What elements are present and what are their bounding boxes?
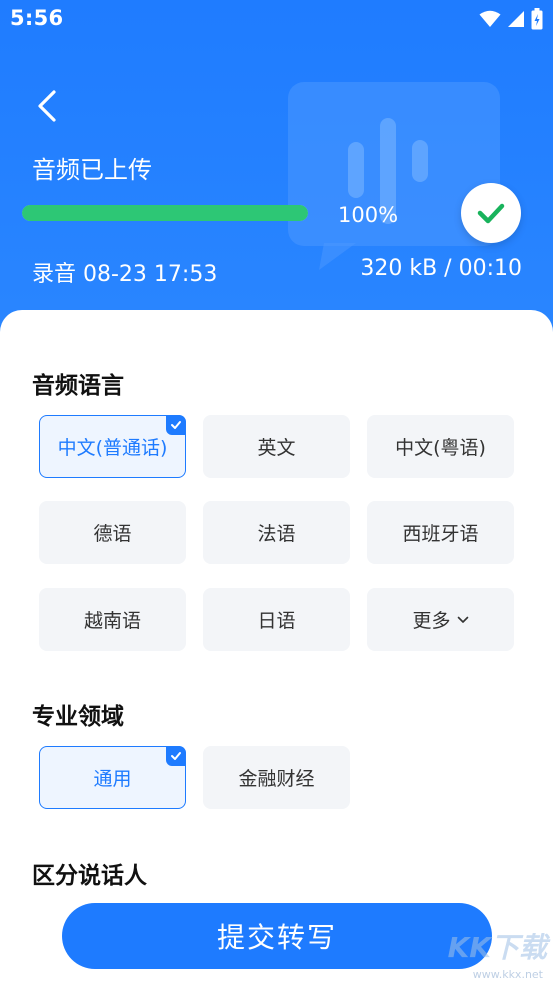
speaker-section-title: 区分说话人: [32, 863, 147, 889]
chip-label: 英文: [257, 437, 296, 459]
watermark: KK下载 www.kkx.net: [442, 926, 547, 984]
language-section-title: 音频语言: [32, 373, 124, 399]
chip-label: 中文(普通话): [57, 437, 168, 459]
language-option-english[interactable]: 英文: [203, 415, 350, 478]
chip-label: 金融财经: [238, 768, 315, 790]
chip-label: 通用: [93, 768, 132, 790]
domain-option-general[interactable]: 通用: [39, 746, 186, 809]
language-option-german[interactable]: 德语: [39, 501, 186, 564]
upload-progress-fill: [22, 205, 308, 221]
chip-label: 中文(粤语): [395, 437, 486, 459]
chip-label: 德语: [93, 523, 132, 545]
upload-progress-bar: [22, 205, 308, 221]
chevron-down-icon: [457, 616, 468, 623]
chip-label: 更多: [412, 610, 451, 632]
chip-label: 西班牙语: [402, 523, 479, 545]
chat-bubble-decoration-icon: [288, 82, 500, 270]
status-bar: 5:56: [0, 0, 553, 38]
language-option-spanish[interactable]: 西班牙语: [367, 501, 514, 564]
chip-label: 法语: [257, 523, 296, 545]
wifi-icon: [479, 10, 501, 27]
more-wrap: 更多: [412, 606, 468, 633]
submit-transcription-button[interactable]: 提交转写: [62, 903, 492, 969]
options-card: 音频语言 中文(普通话) 英文 中文(粤语) 德语 法语 西班牙语 越南语 日语…: [0, 310, 553, 984]
status-icons: [479, 7, 543, 31]
battery-icon: [531, 8, 543, 30]
watermark-logo: KK下载: [447, 931, 547, 964]
upload-complete-badge: [461, 183, 521, 243]
upload-status-title: 音频已上传: [32, 156, 152, 184]
domain-option-finance[interactable]: 金融财经: [203, 746, 350, 809]
language-option-vietnamese[interactable]: 越南语: [39, 588, 186, 651]
submit-button-label: 提交转写: [216, 921, 337, 954]
language-option-french[interactable]: 法语: [203, 501, 350, 564]
selected-check-icon: [166, 746, 186, 766]
language-option-japanese[interactable]: 日语: [203, 588, 350, 651]
status-time: 5:56: [10, 6, 64, 30]
header: 5:56 音频已上传 100% 录音 08-23 17:53 320 kB / …: [0, 0, 553, 340]
language-option-more[interactable]: 更多: [367, 588, 514, 651]
domain-section-title: 专业领域: [32, 704, 124, 730]
signal-icon: [508, 11, 524, 27]
language-option-cantonese[interactable]: 中文(粤语): [367, 415, 514, 478]
progress-percent-text: 100%: [338, 203, 399, 227]
recording-size-duration: 320 kB / 00:10: [360, 256, 522, 281]
back-arrow-icon[interactable]: [30, 86, 70, 126]
watermark-url: www.kkx.net: [472, 968, 543, 981]
chip-label: 日语: [257, 610, 296, 632]
language-option-mandarin[interactable]: 中文(普通话): [39, 415, 186, 478]
recording-name: 录音 08-23 17:53: [32, 262, 218, 287]
chip-label: 越南语: [83, 610, 141, 632]
checkmark-icon: [477, 203, 505, 224]
selected-check-icon: [166, 415, 186, 435]
